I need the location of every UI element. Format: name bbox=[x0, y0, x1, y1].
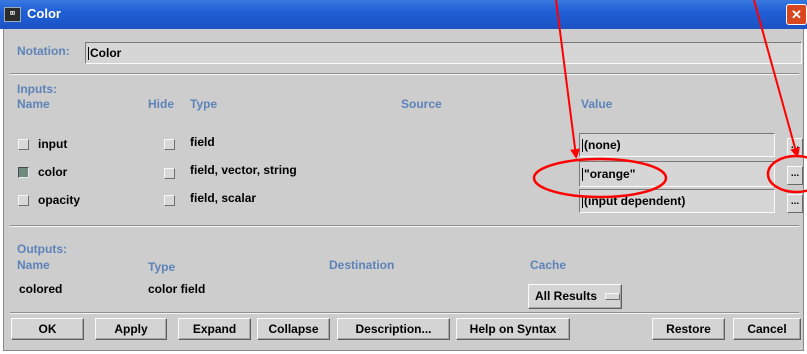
text-cursor bbox=[88, 47, 89, 61]
input-hide-checkbox[interactable] bbox=[164, 139, 175, 150]
apply-button[interactable]: Apply bbox=[95, 318, 167, 340]
inputs-header-name: Name bbox=[17, 97, 50, 111]
expand-button[interactable]: Expand bbox=[178, 318, 251, 340]
color-hide-checkbox[interactable] bbox=[164, 168, 175, 179]
inputs-header-hide: Hide bbox=[148, 97, 175, 111]
inputs-header-source: Source bbox=[401, 97, 442, 111]
text-cursor bbox=[582, 139, 583, 153]
divider bbox=[10, 225, 799, 227]
cancel-button[interactable]: Cancel bbox=[733, 318, 801, 340]
input-checkbox[interactable] bbox=[18, 139, 29, 150]
collapse-button[interactable]: Collapse bbox=[257, 318, 330, 340]
description-button[interactable]: Description... bbox=[337, 318, 450, 340]
input-value-field[interactable]: (none) bbox=[579, 133, 775, 157]
opacity-checkbox[interactable] bbox=[18, 195, 29, 206]
text-cursor bbox=[582, 168, 583, 182]
input-row-name: input bbox=[38, 137, 68, 151]
option-menu-indicator-icon bbox=[605, 293, 621, 301]
color-checkbox[interactable] bbox=[18, 167, 29, 178]
outputs-header-name: Name bbox=[17, 258, 50, 272]
opacity-hide-checkbox[interactable] bbox=[164, 195, 175, 206]
input-row-type: field bbox=[190, 135, 215, 149]
output-row-name: colored bbox=[19, 282, 63, 296]
outputs-header-type: Type bbox=[148, 260, 176, 274]
text-cursor bbox=[582, 195, 583, 209]
notation-label: Notation: bbox=[17, 44, 70, 58]
outputs-header-cache: Cache bbox=[530, 258, 567, 272]
inputs-header-type: Type bbox=[190, 97, 218, 111]
inputs-section-label: Inputs: bbox=[17, 82, 57, 96]
window-title: Color bbox=[27, 6, 61, 21]
help-on-syntax-button[interactable]: Help on Syntax bbox=[456, 318, 570, 340]
outputs-section-label: Outputs: bbox=[17, 242, 67, 256]
cache-dropdown-value: All Results bbox=[535, 289, 598, 303]
color-value-text: "orange" bbox=[584, 167, 636, 181]
color-value-field[interactable]: "orange" bbox=[579, 161, 775, 187]
divider bbox=[10, 73, 799, 75]
opacity-value-text: (input dependent) bbox=[584, 194, 686, 208]
input-ellipsis-button[interactable]: ... bbox=[787, 138, 803, 157]
close-button[interactable]: ✕ bbox=[786, 4, 807, 25]
app-icon[interactable]: ⌧ bbox=[4, 7, 21, 22]
restore-button[interactable]: Restore bbox=[652, 318, 725, 340]
ok-button[interactable]: OK bbox=[11, 318, 84, 340]
inputs-header-value: Value bbox=[581, 97, 613, 111]
title-bar: ⌧ Color ✕ bbox=[0, 0, 807, 29]
notation-value: Color bbox=[90, 46, 122, 60]
cache-dropdown[interactable]: All Results bbox=[528, 284, 622, 309]
opacity-row-type: field, scalar bbox=[190, 191, 257, 205]
opacity-row-name: opacity bbox=[38, 193, 81, 207]
notation-field[interactable]: Color bbox=[85, 42, 802, 64]
opacity-value-field[interactable]: (input dependent) bbox=[579, 189, 775, 213]
divider bbox=[10, 312, 799, 314]
color-row-type: field, vector, string bbox=[190, 163, 297, 177]
opacity-ellipsis-button[interactable]: ... bbox=[787, 194, 803, 213]
output-row-type: color field bbox=[148, 282, 206, 296]
input-value-text: (none) bbox=[584, 138, 621, 152]
dialog-body: Notation: Color Inputs: Name Hide Type S… bbox=[3, 29, 804, 351]
outputs-header-destination: Destination bbox=[329, 258, 395, 272]
color-ellipsis-button[interactable]: ... bbox=[787, 166, 803, 185]
color-row-name: color bbox=[38, 165, 68, 179]
